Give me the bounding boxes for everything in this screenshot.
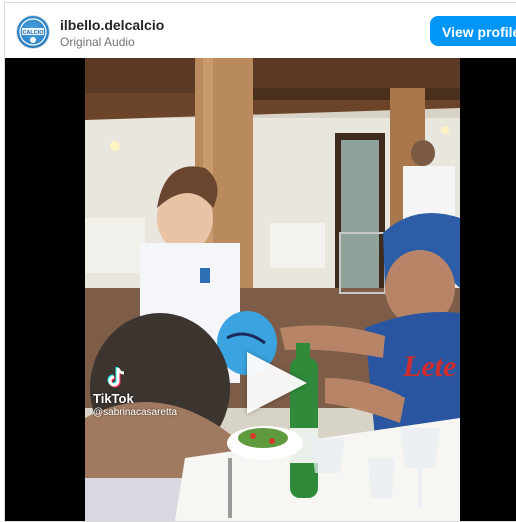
play-icon bbox=[247, 352, 307, 414]
audio-label[interactable]: Original Audio bbox=[60, 35, 135, 49]
instagram-embed: CALCIO ilbello.delcalcio Original Audio … bbox=[4, 2, 516, 522]
shirt-text: Lete bbox=[402, 350, 456, 383]
tiktok-handle: @sabrinacasaretta bbox=[93, 407, 178, 418]
view-profile-button[interactable]: View profile bbox=[430, 16, 516, 46]
profile-avatar[interactable]: CALCIO bbox=[16, 15, 50, 49]
tiktok-brand: TikTok bbox=[93, 391, 134, 406]
video-player[interactable]: Lete TikTok @sabrinacasaretta bbox=[5, 58, 516, 521]
avatar-logo-text: CALCIO bbox=[22, 30, 44, 36]
post-header: CALCIO ilbello.delcalcio Original Audio … bbox=[5, 3, 516, 58]
video-frame[interactable]: Lete TikTok @sabrinacasaretta bbox=[85, 58, 460, 521]
username-link[interactable]: ilbello.delcalcio bbox=[60, 17, 164, 33]
video-scene: Lete bbox=[85, 58, 460, 521]
tiktok-icon bbox=[107, 367, 125, 388]
calcio-logo-icon: CALCIO bbox=[19, 18, 47, 46]
